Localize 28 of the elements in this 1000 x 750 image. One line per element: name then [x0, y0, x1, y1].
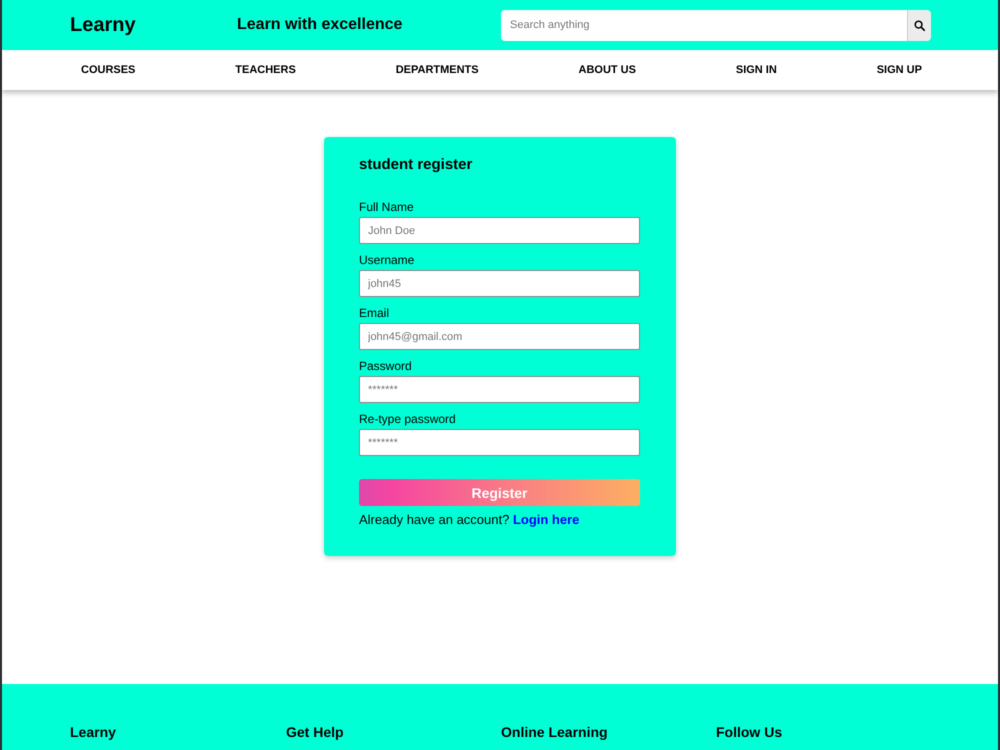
search-button[interactable]: [907, 10, 931, 40]
nav-link[interactable]: DEPARTMENTS: [396, 64, 479, 76]
nav-link[interactable]: SIGN UP: [876, 64, 922, 76]
footer-heading: Get Help: [286, 724, 344, 740]
field-label: Email: [359, 306, 390, 321]
field-label: Full Name: [359, 200, 414, 215]
input-field[interactable]: john45@gmail.com: [359, 323, 640, 350]
input-field[interactable]: *******: [359, 429, 640, 456]
nav-link[interactable]: SIGN IN: [736, 64, 777, 76]
field-label: Password: [359, 359, 412, 374]
input-field[interactable]: *******: [359, 376, 640, 403]
form-title: student register: [359, 156, 472, 174]
site-tagline: Learn with excellence: [237, 16, 404, 34]
login-link[interactable]: Login here: [512, 512, 580, 527]
field-label: Re-type password: [359, 412, 456, 427]
footer-heading: Online Learning: [501, 724, 608, 740]
search-field[interactable]: Search anything: [501, 10, 907, 40]
search-icon: [914, 20, 925, 30]
input-field[interactable]: john45: [359, 270, 640, 297]
footer-heading: Learny: [70, 724, 116, 740]
site-logo: Learny: [70, 14, 137, 36]
nav-link[interactable]: TEACHERS: [235, 64, 296, 76]
field-label: Username: [359, 253, 414, 268]
input-field[interactable]: John Doe: [359, 217, 640, 244]
nav-link[interactable]: ABOUT US: [578, 64, 636, 76]
login-prompt: Already have an account? Login here: [359, 512, 580, 528]
footer-heading: Follow Us: [716, 724, 782, 740]
nav-link[interactable]: COURSES: [81, 64, 136, 76]
